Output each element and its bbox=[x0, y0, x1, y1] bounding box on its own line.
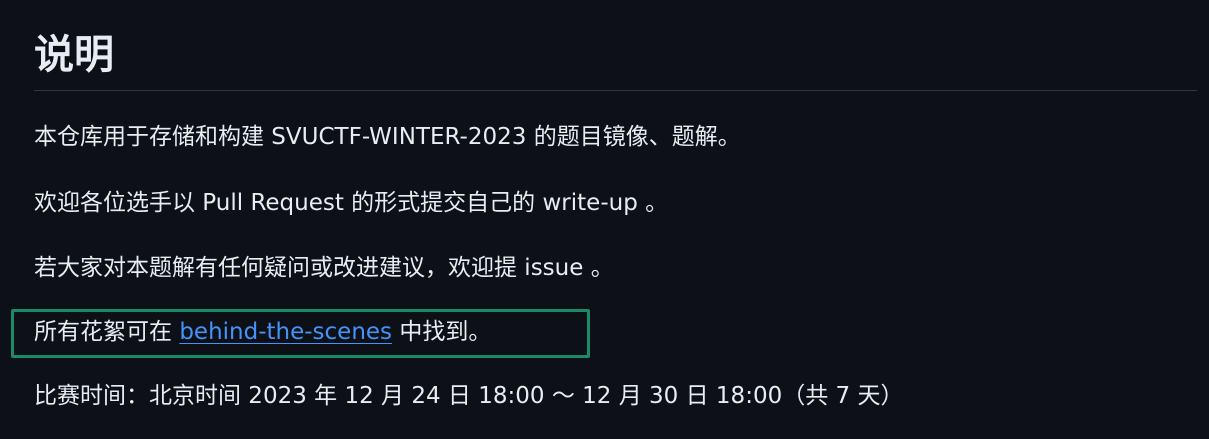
readme-section: 说明 本仓库用于存储和构建 SVUCTF-WINTER-2023 的题目镜像、题… bbox=[34, 0, 1197, 439]
contest-time-paragraph: 比赛时间：北京时间 2023 年 12 月 24 日 18:00 ～ 12 月 … bbox=[34, 383, 904, 409]
section-heading: 说明 bbox=[34, 32, 114, 78]
description-paragraph: 本仓库用于存储和构建 SVUCTF-WINTER-2023 的题目镜像、题解。 bbox=[34, 124, 741, 150]
writeup-invite-paragraph: 欢迎各位选手以 Pull Request 的形式提交自己的 write-up 。 bbox=[34, 190, 669, 216]
highlight-box bbox=[11, 309, 590, 358]
feedback-paragraph: 若大家对本题解有任何疑问或改进建议，欢迎提 issue 。 bbox=[34, 255, 614, 281]
heading-divider bbox=[34, 90, 1197, 91]
